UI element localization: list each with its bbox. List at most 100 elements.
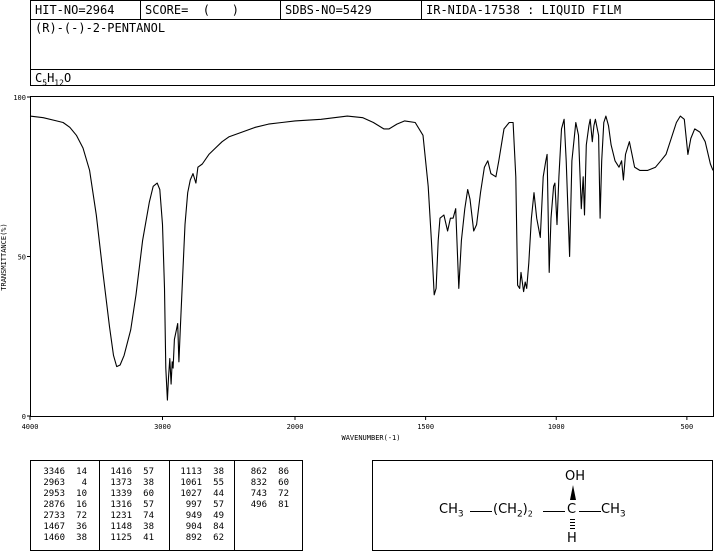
bond-left	[470, 511, 492, 512]
peak-wavenumber: 1467	[43, 522, 65, 532]
structure-right-ch3: CH3	[601, 502, 626, 520]
peak-table-column: 1113 38 1061 55 1027 44 997 57 949 49 904 84 892 62	[174, 467, 224, 544]
peak-transmittance: 36	[76, 522, 87, 532]
peak-wavenumber: 1125	[110, 533, 132, 543]
peak-transmittance: 57	[213, 500, 224, 510]
peak-wavenumber: 1460	[43, 533, 65, 543]
peak-row: 1061 55	[174, 478, 224, 489]
peak-transmittance: 81	[278, 500, 289, 510]
peak-row: 3346 14	[37, 467, 87, 478]
peak-wavenumber: 1373	[110, 478, 132, 488]
x-axis-label: WAVENUMBER(-1)	[341, 434, 400, 442]
bond-mid	[543, 511, 565, 512]
peak-row: 2953 10	[37, 489, 87, 500]
peak-wavenumber: 1113	[180, 467, 202, 477]
peak-transmittance: 55	[213, 478, 224, 488]
peak-transmittance: 44	[213, 489, 224, 499]
structure-oh: OH	[565, 469, 586, 484]
peak-wavenumber: 1416	[110, 467, 132, 477]
hash-bond-down	[570, 519, 575, 531]
peak-transmittance: 16	[76, 500, 87, 510]
y-axis-label: TRANSMITTANCE(%)	[0, 223, 8, 290]
bond-right	[579, 511, 601, 512]
peak-transmittance: 60	[278, 478, 289, 488]
peak-row: 832 60	[239, 478, 289, 489]
peak-transmittance: 10	[76, 489, 87, 499]
x-tick-label: 3000	[154, 423, 171, 431]
peak-wavenumber: 1339	[110, 489, 132, 499]
wedge-bond-up	[570, 485, 576, 500]
peak-wavenumber: 1231	[110, 511, 132, 521]
peak-column-divider	[234, 461, 235, 550]
peak-wavenumber: 949	[185, 511, 202, 521]
peak-transmittance: 84	[213, 522, 224, 532]
peak-wavenumber: 2953	[43, 489, 65, 499]
peak-transmittance: 60	[143, 489, 154, 499]
peak-transmittance: 41	[143, 533, 154, 543]
peak-row: 949 49	[174, 511, 224, 522]
peak-transmittance: 14	[76, 467, 87, 477]
peak-transmittance: 74	[143, 511, 154, 521]
peak-wavenumber: 1148	[110, 522, 132, 532]
axis-ticks: 4000 3000 2000 1500 1000 500 0 50 100	[13, 94, 693, 431]
peak-row: 1148 38	[104, 522, 154, 533]
peak-table-column: 3346 14 2963 4 2953 10 2876 16 2733 72 1467 36 1460 3…	[37, 467, 87, 544]
peak-table-column: 1416 57 1373 38 1339 60 1316 57 1231 74 1148 38 1125…	[104, 467, 154, 544]
peak-transmittance: 57	[143, 467, 154, 477]
peak-wavenumber: 997	[185, 500, 202, 510]
peak-row: 1416 57	[104, 467, 154, 478]
peak-transmittance: 57	[143, 500, 154, 510]
peak-row: 1113 38	[174, 467, 224, 478]
peak-row: 1373 38	[104, 478, 154, 489]
structure-h: H	[567, 531, 577, 546]
peak-wavenumber: 904	[185, 522, 202, 532]
peak-row: 496 81	[239, 500, 289, 511]
peak-wavenumber: 3346	[43, 467, 65, 477]
peak-transmittance: 38	[143, 478, 154, 488]
peak-wavenumber: 862	[250, 467, 267, 477]
peak-transmittance: 72	[76, 511, 87, 521]
peak-row: 997 57	[174, 500, 224, 511]
peak-row: 1125 41	[104, 533, 154, 544]
peak-table-column: 862 86 832 60 743 72 496 81	[239, 467, 289, 511]
structure-box: OH CH3 (CH2)2 C CH3 H	[372, 460, 713, 551]
peak-wavenumber: 496	[250, 500, 267, 510]
x-tick-label: 500	[681, 423, 694, 431]
spectrum-line	[29, 115, 714, 401]
peak-wavenumber: 2963	[43, 478, 65, 488]
peak-wavenumber: 1027	[180, 489, 202, 499]
structure-left-ch3: CH3	[439, 502, 464, 520]
ir-spectrum-chart: 4000 3000 2000 1500 1000 500 0 50 100 TRANSMITTA…	[0, 94, 714, 442]
peak-transmittance: 86	[278, 467, 289, 477]
peak-transmittance: 49	[213, 511, 224, 521]
peak-wavenumber: 892	[185, 533, 202, 543]
peak-transmittance: 4	[81, 478, 87, 488]
x-tick-label: 1500	[417, 423, 434, 431]
peak-wavenumber: 743	[250, 489, 267, 499]
peak-row: 1316 57	[104, 500, 154, 511]
peak-transmittance: 38	[213, 467, 224, 477]
peak-wavenumber: 2733	[43, 511, 65, 521]
structure-center-c: C	[567, 502, 577, 517]
peak-wavenumber: 832	[250, 478, 267, 488]
peak-row: 1231 74	[104, 511, 154, 522]
peak-row: 2876 16	[37, 500, 87, 511]
peak-row: 1027 44	[174, 489, 224, 500]
peak-transmittance: 38	[76, 533, 87, 543]
peak-row: 892 62	[174, 533, 224, 544]
peak-row: 1339 60	[104, 489, 154, 500]
peak-row: 862 86	[239, 467, 289, 478]
peak-transmittance: 62	[213, 533, 224, 543]
x-tick-label: 4000	[22, 423, 39, 431]
x-tick-label: 1000	[548, 423, 565, 431]
peak-row: 743 72	[239, 489, 289, 500]
peak-wavenumber: 1316	[110, 500, 132, 510]
y-tick-label: 100	[13, 94, 26, 102]
peak-transmittance: 72	[278, 489, 289, 499]
peak-row: 904 84	[174, 522, 224, 533]
y-tick-label: 50	[18, 254, 26, 262]
peak-table: 3346 14 2963 4 2953 10 2876 16 2733 72 1467 36 1460 3…	[30, 460, 303, 551]
peak-column-divider	[169, 461, 170, 550]
peak-wavenumber: 2876	[43, 500, 65, 510]
structure-ch2-group: (CH2)2	[493, 502, 533, 520]
